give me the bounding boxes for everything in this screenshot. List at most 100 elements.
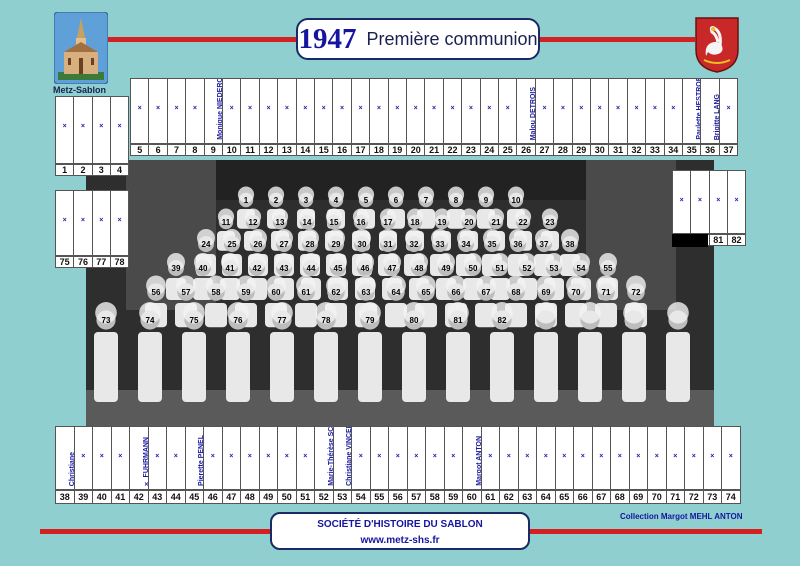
number-cell-17: 17 [350,144,371,156]
name-cell-79: × [672,170,692,234]
photo-number-label: 7 [424,196,429,205]
name-cell-13: × [277,78,297,144]
photo-number-label: 8 [454,196,459,205]
name-text: × [377,453,382,460]
name-text: × [174,105,179,112]
photo-number-label: 46 [361,264,370,273]
photo-number-label: 62 [332,288,341,297]
photo-number-label: 26 [254,240,263,249]
name-text: × [617,453,622,460]
name-text: × [340,105,345,112]
name-text: × [173,453,178,460]
photo-number-label: 58 [212,288,221,297]
collection-credit: Collection Margot MEHL ANTON [620,512,743,521]
footer-line-left [40,529,272,534]
group-photo: 1 2 3 4 5 6 7 8 9 10 11 12 13 14 15 16 17 18 19 20 21 22 23 24 2… [86,160,714,428]
number-cell-37: 37 [718,144,739,156]
photo-number-label: 77 [278,316,287,325]
photo-number-label: 13 [276,218,285,227]
photo-number-label: 69 [542,288,551,297]
number-cell-30: 30 [590,144,610,156]
photo-number-label: 45 [334,264,343,273]
name-text: × [580,453,585,460]
name-cell-35: Paulette HESTROFFER [682,78,702,144]
photo-number-label: 67 [482,288,491,297]
name-text: × [671,105,676,112]
number-cell-29: 29 [571,144,591,156]
number-cell-11: 11 [240,144,260,156]
number-cell-71: 71 [665,490,685,504]
photo-number-label: 42 [253,264,262,273]
name-cell-27: × [534,78,555,144]
name-text: × [697,197,702,204]
name-text: × [451,453,456,460]
number-cell-33: 33 [645,144,665,156]
name-cell-6: × [148,78,168,144]
name-cell-31: × [608,78,628,144]
name-text: × [137,105,142,112]
number-cell-60: 60 [462,490,482,504]
name-cell-2: × [73,96,93,164]
name-cell-19: × [387,78,407,144]
number-cell-72: 72 [684,490,704,504]
name-cell-56: × [388,426,408,490]
photo-number-label: 10 [512,196,521,205]
name-text: × [395,453,400,460]
name-text: × [691,453,696,460]
number-cell-36: 36 [700,144,720,156]
number-cell-24: 24 [479,144,499,156]
name-cell-28: × [553,78,573,144]
title-text: Première communion [366,28,538,49]
photo-number-label: 55 [604,264,613,273]
name-cell-18: × [369,78,389,144]
name-text: × [597,105,602,112]
number-cell-55: 55 [369,490,389,504]
name-cell-3: × [91,96,111,164]
name-text: × [99,217,104,224]
photo-number-label: 1 [244,196,249,205]
number-cell-13: 13 [277,144,297,156]
number-cell-20: 20 [406,144,426,156]
number-cell-63: 63 [517,490,537,504]
name-text: × [192,105,197,112]
number-cell-59: 59 [443,490,463,504]
name-cell-37: × [718,78,739,144]
title-line-left [108,37,298,42]
photo-number-label: 22 [519,218,528,227]
photo-number-label: 34 [462,240,471,249]
name-cell-43: × [147,426,167,490]
number-cell-69: 69 [628,490,648,504]
child-figure [534,302,558,402]
number-cell-49: 49 [258,490,278,504]
name-text: × [358,105,363,112]
number-cell-48: 48 [240,490,260,504]
number-cell-57: 57 [406,490,426,504]
name-cell-70: × [647,426,667,490]
name-text: × [560,105,565,112]
name-cell-76: × [73,190,93,256]
number-cell-74: 74 [721,490,741,504]
number-cell-2: 2 [73,164,93,176]
photo-number-label: 64 [392,288,401,297]
footer-website-link[interactable]: www.metz-shs.fr [272,533,528,549]
name-text: × [726,105,731,112]
name-cell-5: × [130,78,150,144]
photo-number-label: 2 [274,196,279,205]
photo-number-label: 39 [172,264,181,273]
name-cell-66: × [573,426,593,490]
footer-society: SOCIÉTÉ D'HISTOIRE DU SABLON [317,519,483,530]
photo-number-label: 54 [577,264,586,273]
name-text: × [525,453,530,460]
photo-number-label: 48 [415,264,424,273]
name-text: × [579,105,584,112]
photo-number-label: 49 [442,264,451,273]
number-cell-32: 32 [626,144,647,156]
name-text: × [155,453,160,460]
name-text: × [99,123,104,130]
photo-number-label: 47 [388,264,397,273]
photo-number-label: 70 [572,288,581,297]
name-cell-47: × [221,426,241,490]
photo-number-label: 33 [436,240,445,249]
name-cell-48: × [240,426,260,490]
name-text: × [652,105,657,112]
